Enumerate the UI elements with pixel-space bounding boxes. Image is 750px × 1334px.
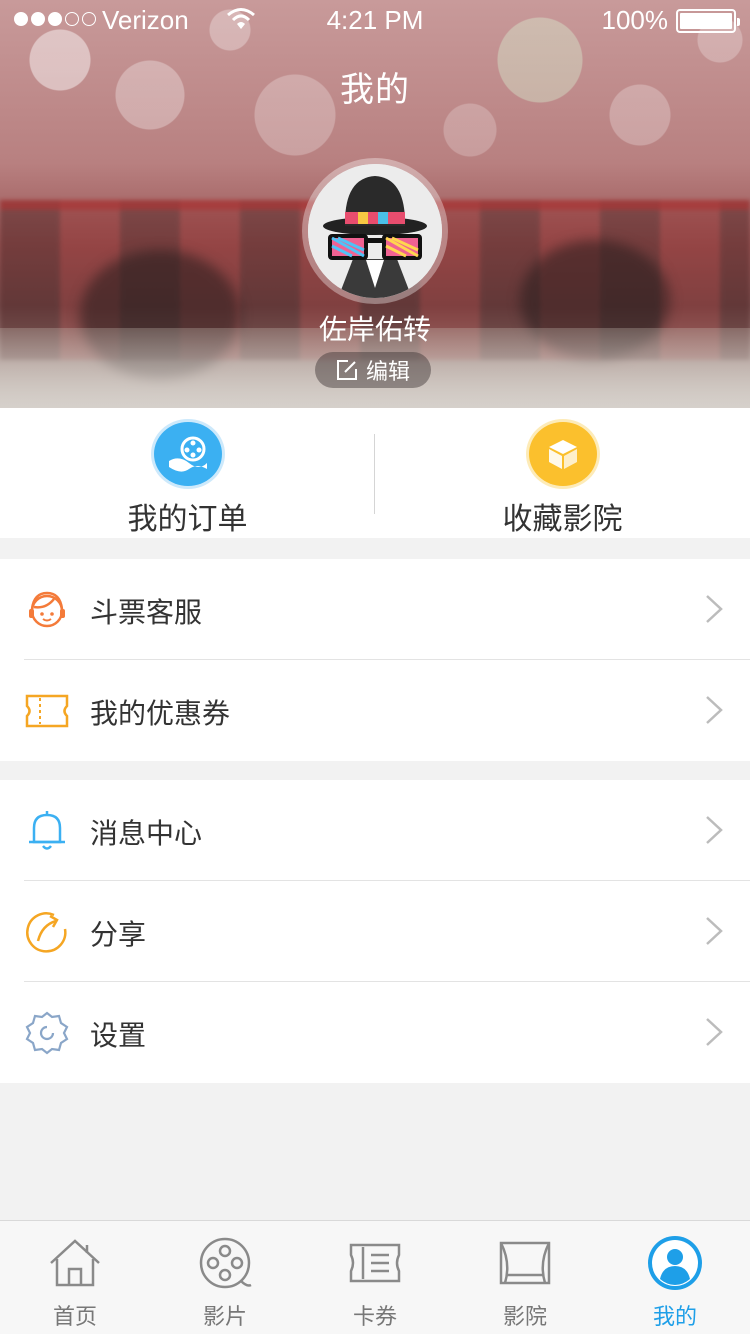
username: 佐岸佑转 <box>318 313 431 346</box>
share-icon <box>26 912 67 953</box>
user-icon <box>648 1236 702 1290</box>
status-bar: Verizon 4:21 PM 100% <box>0 0 750 40</box>
home-icon <box>50 1239 100 1287</box>
menu-item-customer-service[interactable]: 斗票客服 <box>0 559 750 660</box>
cinema-icon <box>499 1241 551 1285</box>
battery-percentage: 100% <box>601 5 669 35</box>
film-icon <box>199 1237 252 1289</box>
menu-item-label: 分享 <box>90 918 147 951</box>
tab-bar: 首页 影片 卡券 影院 我的 <box>0 1220 750 1334</box>
menu-item-label: 消息中心 <box>90 817 203 850</box>
tab-films[interactable]: 影片 <box>150 1221 300 1334</box>
quick-actions: 我的订单 收藏影院 <box>0 408 750 538</box>
bell-icon <box>29 811 65 850</box>
box-icon <box>528 422 597 486</box>
gear-icon <box>25 1011 69 1055</box>
menu-item-share[interactable]: 分享 <box>0 881 750 982</box>
chevron-right-icon <box>706 595 723 623</box>
chevron-right-icon <box>706 1018 723 1046</box>
menu-group: 消息中心 分享 设置 <box>0 780 750 1083</box>
page-title: 我的 <box>340 70 410 110</box>
my-orders-button[interactable]: 我的订单 <box>0 408 375 538</box>
tab-label: 首页 <box>52 1305 97 1330</box>
menu-item-settings[interactable]: 设置 <box>0 982 750 1083</box>
film-reel-icon <box>153 422 222 486</box>
profile-header: Verizon 4:21 PM 100% 我的 佐岸佑转 编辑 <box>0 0 750 408</box>
menu-group: 斗票客服 我的优惠券 <box>0 559 750 761</box>
edit-icon <box>336 360 357 380</box>
menu-item-coupons[interactable]: 我的优惠券 <box>0 660 750 761</box>
tab-label: 卡券 <box>352 1305 397 1330</box>
tab-label: 影院 <box>502 1305 547 1330</box>
chevron-right-icon <box>706 696 723 724</box>
avatar-image <box>308 164 442 298</box>
battery-icon <box>676 9 740 33</box>
menu-item-label: 斗票客服 <box>90 596 203 629</box>
avatar[interactable] <box>302 158 448 304</box>
favorite-cinemas-button[interactable]: 收藏影院 <box>375 408 750 538</box>
tab-label: 我的 <box>652 1305 697 1330</box>
edit-profile-button[interactable]: 编辑 <box>315 352 431 388</box>
menu-item-label: 设置 <box>90 1019 147 1052</box>
tab-cinemas[interactable]: 影院 <box>450 1221 600 1334</box>
my-orders-label: 我的订单 <box>127 502 248 537</box>
favorite-cinemas-label: 收藏影院 <box>502 502 623 537</box>
tab-label: 影片 <box>202 1305 247 1330</box>
tab-home[interactable]: 首页 <box>0 1221 150 1334</box>
tab-mine[interactable]: 我的 <box>600 1221 750 1334</box>
tab-cards[interactable]: 卡券 <box>300 1221 450 1334</box>
coupon-icon <box>25 694 69 728</box>
menu-item-messages[interactable]: 消息中心 <box>0 780 750 881</box>
chevron-right-icon <box>706 816 723 844</box>
customer-service-icon <box>29 591 65 628</box>
chevron-right-icon <box>706 917 723 945</box>
menu-item-label: 我的优惠券 <box>90 697 231 730</box>
edit-label: 编辑 <box>365 360 410 385</box>
ticket-icon <box>349 1243 401 1283</box>
